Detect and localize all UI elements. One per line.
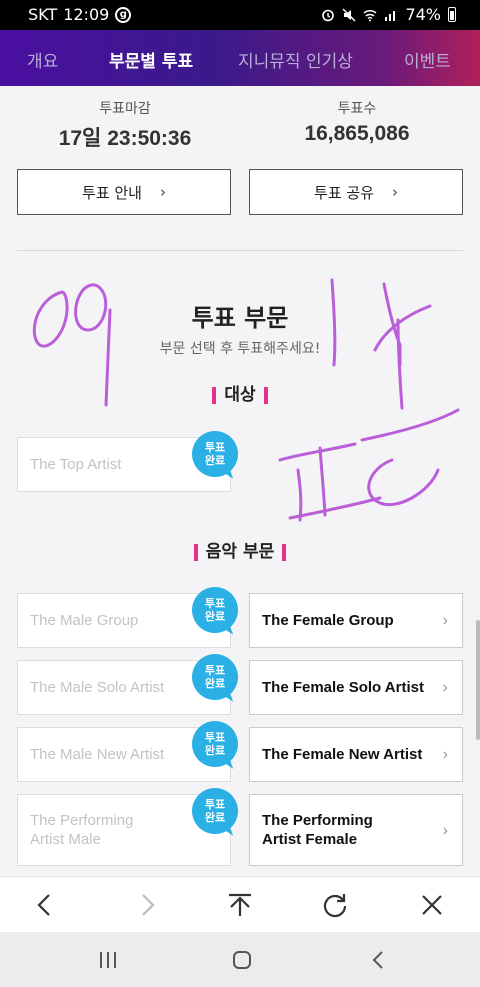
home-icon[interactable] xyxy=(230,948,254,972)
chevron-right-icon: › xyxy=(391,183,398,201)
section-title: 투표 부문 xyxy=(191,304,289,332)
forward-icon[interactable] xyxy=(133,891,161,919)
vote-guide-label: 투표 안내 xyxy=(82,183,142,202)
signal-icon xyxy=(385,10,396,21)
tab-event[interactable]: 이벤트 xyxy=(404,47,451,72)
category-label: The Performing Artist Female xyxy=(262,812,373,848)
scrollbar[interactable] xyxy=(476,620,480,740)
vote-count-block: 투표수 16,865,086 xyxy=(237,98,477,146)
recent-apps-icon[interactable] xyxy=(96,948,120,972)
vote-done-badge: 투표 완료 xyxy=(192,431,238,477)
badge-line-2: 완료 xyxy=(204,811,226,824)
category-card-performing-female[interactable]: The Performing Artist Female › xyxy=(249,794,463,866)
genie-icon: g xyxy=(115,6,132,23)
category-heading-music: 음악 부문 xyxy=(0,537,480,562)
section-subtitle: 부문 선택 후 투표해주세요! xyxy=(159,341,321,357)
badge-line-1: 투표 xyxy=(204,798,226,811)
tab-overview[interactable]: 개요 xyxy=(27,47,58,72)
badge-line-2: 완료 xyxy=(204,454,226,467)
badge-line-1: 투표 xyxy=(204,731,226,744)
chevron-right-icon: › xyxy=(442,611,448,629)
back-icon[interactable] xyxy=(366,948,390,972)
category-label: The Male New Artist xyxy=(30,746,165,763)
category-heading-music-label: 음악 부문 xyxy=(205,542,275,562)
category-label: The Female Group xyxy=(262,612,394,629)
badge-line-1: 투표 xyxy=(204,597,226,610)
heading-bar xyxy=(193,543,198,561)
battery-icon xyxy=(448,7,456,22)
system-nav-bar xyxy=(0,932,480,987)
vote-count-label: 투표수 xyxy=(337,101,377,117)
refresh-icon[interactable] xyxy=(321,891,349,919)
deadline-label: 투표마감 xyxy=(99,101,151,117)
vote-guide-button[interactable]: 투표 안내 › xyxy=(17,169,231,215)
vote-count-value: 16,865,086 xyxy=(304,122,410,145)
badge-line-2: 완료 xyxy=(204,744,226,757)
category-label: The Female New Artist xyxy=(262,746,423,763)
clock: 12:09 xyxy=(63,5,110,24)
badge-line-1: 투표 xyxy=(204,441,226,454)
category-heading-grand: 대상 xyxy=(0,380,480,405)
heading-bar xyxy=(282,543,287,561)
vote-share-label: 투표 공유 xyxy=(314,183,374,202)
chevron-right-icon: › xyxy=(442,745,448,763)
vote-done-badge: 투표 완료 xyxy=(192,788,238,834)
badge-line-2: 완료 xyxy=(204,610,226,623)
nav-tabs: 개요 부문별 투표 지니뮤직 인기상 이벤트 xyxy=(0,30,480,86)
vote-done-badge: 투표 완료 xyxy=(192,587,238,633)
tab-category-vote[interactable]: 부문별 투표 xyxy=(109,47,193,72)
heading-bar xyxy=(263,386,268,404)
category-label: The Female Solo Artist xyxy=(262,679,424,696)
battery-percent: 74% xyxy=(405,5,441,24)
category-card-female-solo[interactable]: The Female Solo Artist › xyxy=(249,660,463,715)
status-bar: SKT 12:09 g 74% xyxy=(0,0,480,30)
deadline-block: 투표마감 17일 23:50:36 xyxy=(5,98,245,152)
chevron-right-icon: › xyxy=(442,678,448,696)
mute-icon xyxy=(342,7,356,22)
heading-bar xyxy=(212,386,217,404)
category-label: The Performing Artist Male xyxy=(30,812,134,848)
vote-share-button[interactable]: 투표 공유 › xyxy=(249,169,463,215)
category-label: The Male Group xyxy=(30,612,139,629)
tab-genie-popularity[interactable]: 지니뮤직 인기상 xyxy=(238,47,353,72)
badge-line-1: 투표 xyxy=(204,664,226,677)
wifi-icon xyxy=(363,9,377,21)
deadline-value: 17일 23:50:36 xyxy=(58,127,192,150)
badge-line-2: 완료 xyxy=(204,677,226,690)
category-card-female-group[interactable]: The Female Group › xyxy=(249,593,463,648)
chevron-right-icon: › xyxy=(159,183,166,201)
alarm-icon xyxy=(322,9,335,21)
category-card-female-new[interactable]: The Female New Artist › xyxy=(249,727,463,782)
browser-toolbar xyxy=(0,876,480,932)
category-heading-grand-label: 대상 xyxy=(224,385,256,405)
back-icon[interactable] xyxy=(31,891,59,919)
category-label: The Top Artist xyxy=(30,456,122,473)
close-icon[interactable] xyxy=(418,891,446,919)
vote-done-badge: 투표 완료 xyxy=(192,654,238,700)
chevron-right-icon: › xyxy=(442,821,448,839)
vote-done-badge: 투표 완료 xyxy=(192,721,238,767)
divider xyxy=(17,250,463,251)
scroll-top-icon[interactable] xyxy=(226,891,254,919)
carrier: SKT xyxy=(28,5,58,24)
category-label: The Male Solo Artist xyxy=(30,679,165,696)
